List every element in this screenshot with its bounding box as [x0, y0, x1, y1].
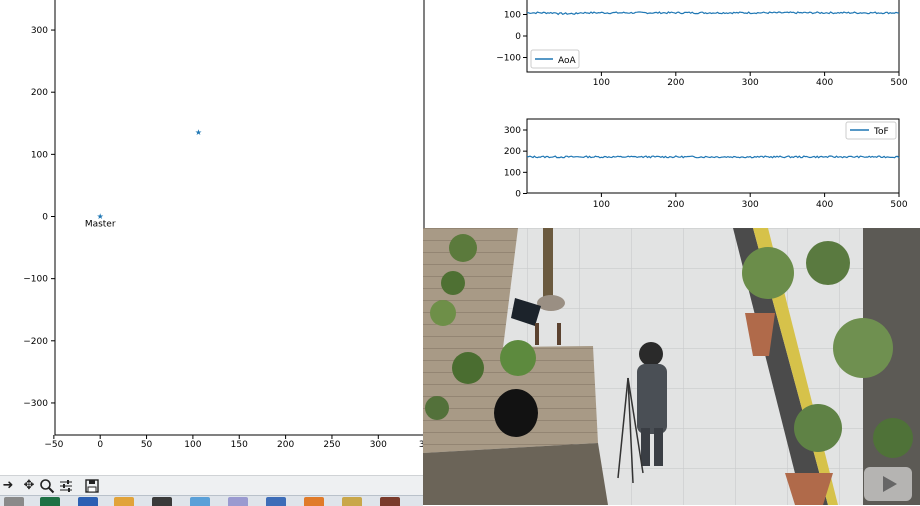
save-icon[interactable] — [84, 478, 100, 494]
x-tick-label: 100 — [184, 440, 201, 450]
aoa-x-tick-label: 400 — [816, 78, 833, 88]
y-tick-label: 200 — [31, 88, 48, 98]
y-tick-label: −200 — [23, 337, 48, 347]
scatter-plot: −5005010015020025030035 3002001000−100−2… — [23, 0, 430, 450]
gravel-bed — [423, 443, 608, 505]
pan-icon[interactable]: ✥ — [21, 478, 37, 494]
y-tick-label: −300 — [23, 399, 48, 409]
aoa-legend: AoA — [530, 49, 580, 69]
aoa-x-tick-label: 200 — [667, 78, 684, 88]
aoa-y-tick-label: 0 — [515, 32, 521, 42]
scatter-point: ★ — [195, 128, 202, 137]
x-tick-label: 250 — [323, 440, 340, 450]
x-tick-label: 300 — [370, 440, 387, 450]
tof-y-tick-label: 300 — [504, 126, 521, 136]
aoa-series-line — [526, 11, 900, 16]
zoom-icon[interactable] — [39, 478, 55, 494]
forward-icon[interactable]: ➜ — [0, 478, 16, 494]
x-tick-label: 0 — [97, 440, 103, 450]
play-button[interactable] — [864, 467, 912, 501]
person — [639, 342, 663, 366]
x-tick-label: 50 — [141, 440, 153, 450]
backpack — [494, 389, 538, 437]
tof-y-tick-label: 0 — [515, 190, 521, 200]
tof-y-tick-label: 100 — [504, 168, 521, 178]
plot-toolbar: ➜ ✥ — [0, 475, 423, 496]
configure-subplots-icon[interactable] — [58, 478, 74, 494]
x-tick-label: 150 — [231, 440, 248, 450]
tof-x-tick-label: 500 — [890, 200, 907, 210]
y-tick-label: −100 — [23, 275, 48, 285]
video-panel[interactable] — [423, 228, 920, 505]
aoa-axes-frame — [526, 0, 900, 73]
aoa-y-tick-label: −100 — [496, 54, 521, 64]
aoa-y-tick-label: 100 — [504, 11, 521, 21]
scatter-figure: −5005010015020025030035 3002001000−100−2… — [0, 0, 430, 475]
y-tick-label: 0 — [42, 213, 48, 223]
y-tick-label: 100 — [31, 150, 48, 160]
aoa-x-tick-label: 500 — [890, 78, 907, 88]
tof-x-tick-label: 300 — [742, 200, 759, 210]
tof-x-tick-label: 200 — [667, 200, 684, 210]
tof-y-tick-label: 200 — [504, 147, 521, 157]
aoa-x-tick-label: 300 — [742, 78, 759, 88]
play-icon — [883, 476, 897, 492]
tof-series-line — [526, 155, 900, 159]
tof-x-tick-label: 100 — [593, 200, 610, 210]
tof-legend: ToF — [845, 121, 897, 140]
point-label: Master — [85, 220, 116, 230]
timeseries-figure: 100 0 −100 100 200 300 400 500 AoA 300 200 100 0 … — [425, 0, 920, 228]
aoa-legend-label: AoA — [558, 56, 577, 66]
tof-legend-label: ToF — [873, 127, 889, 137]
tof-axes-frame — [526, 118, 900, 194]
aoa-x-tick-label: 100 — [593, 78, 610, 88]
x-tick-label: 200 — [277, 440, 294, 450]
taskbar — [0, 495, 423, 506]
courtyard-video-frame — [423, 228, 920, 505]
scatter-axes-frame — [54, 0, 425, 436]
timeseries-plots: 1000−100 100 200 300 400 500 AoA 3002001000 … — [496, 0, 908, 210]
x-tick-label: −50 — [44, 440, 63, 450]
y-tick-label: 300 — [31, 26, 48, 36]
tof-x-tick-label: 400 — [816, 200, 833, 210]
